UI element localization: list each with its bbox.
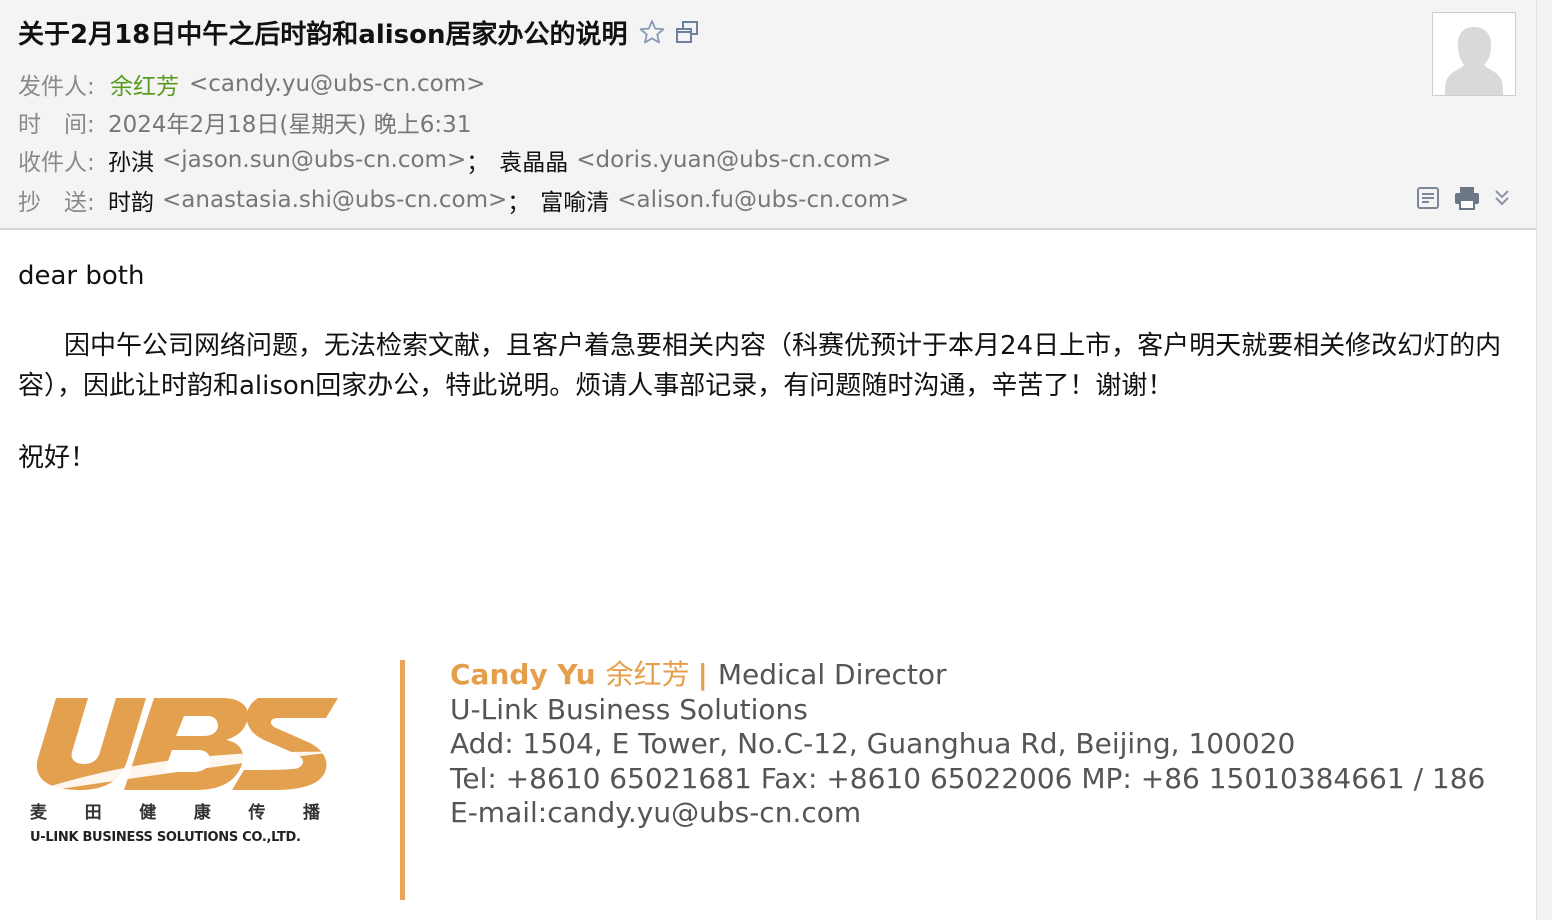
signature-bar: | <box>697 658 708 691</box>
signature-company: U-Link Business Solutions <box>450 692 808 726</box>
sender-name[interactable]: 余红芳 <box>110 67 179 101</box>
logo-cn-char: 麦 <box>30 803 47 823</box>
sender-avatar[interactable] <box>1432 12 1516 96</box>
window-edge <box>1536 0 1552 920</box>
time-row: 时 间: 2024年2月18日(星期天) 晚上6:31 <box>18 106 471 138</box>
email-reader: 关于2月18日中午之后时韵和alison居家办公的说明 发件人: 余红芳 <ca… <box>0 0 1552 920</box>
logo-cn-char: 田 <box>84 803 102 823</box>
logo-cn-text: 麦 田 健 康 传 播 <box>30 798 320 823</box>
star-icon[interactable] <box>638 18 666 46</box>
signature-address: Add: 1504, E Tower, No.C-12, Guanghua Rd… <box>450 727 1296 760</box>
to-row: 收件人: 孙淇 <jason.sun@ubs-cn.com> ； 袁晶晶 <do… <box>18 144 892 176</box>
recipient-name[interactable]: 孙淇 <box>108 143 154 177</box>
email-body: dear both 因中午公司网络问题，无法检索文献，且客户着急要相关内容（科赛… <box>18 256 1518 478</box>
from-label: 发件人: <box>18 74 95 100</box>
greeting: dear both <box>18 261 145 291</box>
signature-name-line: Candy Yu 余红芳 | Medical Director <box>450 658 1485 693</box>
message-toolbar <box>1414 184 1512 212</box>
logo-cn-char: 康 <box>193 803 211 823</box>
signature-title: Medical Director <box>717 658 947 691</box>
cc-address[interactable]: <alison.fu@ubs-cn.com> <box>617 187 909 213</box>
signature-phones: Tel: +8610 65021681 Fax: +8610 65022006 … <box>450 761 1486 795</box>
signature-email[interactable]: E-mail:candy.yu@ubs-cn.com <box>450 796 1485 831</box>
logo-cn-char: 传 <box>248 803 266 823</box>
from-row: 发件人: 余红芳 <candy.yu@ubs-cn.com> <box>18 68 485 100</box>
email-header: 关于2月18日中午之后时韵和alison居家办公的说明 发件人: 余红芳 <ca… <box>0 0 1536 230</box>
logo-cn-char: 播 <box>302 803 320 823</box>
new-window-icon[interactable] <box>674 19 700 45</box>
cc-separator: ； <box>507 190 531 216</box>
signature-name-cn: 余红芳 <box>605 658 690 691</box>
signature-lines: Candy Yu 余红芳 | Medical Director U-Link Busi… <box>450 658 1485 831</box>
double-chevron-down-icon[interactable] <box>1492 186 1512 210</box>
email-signature: 麦 田 健 康 传 播 U-LINK BUSINESS SOLUTIONS CO… <box>0 650 1536 920</box>
signature-divider <box>400 660 405 900</box>
cc-name[interactable]: 富喻清 <box>540 183 609 217</box>
printer-icon[interactable] <box>1452 184 1482 212</box>
closing: 祝好！ <box>18 443 97 473</box>
cc-address[interactable]: <anastasia.shi@ubs-cn.com> <box>162 187 507 213</box>
recipient-address[interactable]: <doris.yuan@ubs-cn.com> <box>576 147 891 173</box>
to-label: 收件人: <box>18 150 95 176</box>
signature-name: Candy Yu <box>450 658 596 691</box>
note-icon[interactable] <box>1414 184 1442 212</box>
cc-row: 抄 送: 时韵 <anastasia.shi@ubs-cn.com> ； 富喻清… <box>18 184 909 216</box>
ubs-logo-icon <box>26 698 338 794</box>
cc-label: 抄 送: <box>18 190 95 216</box>
logo-en-text: U-LINK BUSINESS SOLUTIONS CO.,LTD. <box>30 830 301 845</box>
sender-address[interactable]: <candy.yu@ubs-cn.com> <box>189 71 485 97</box>
email-subject: 关于2月18日中午之后时韵和alison居家办公的说明 <box>18 19 628 50</box>
time-label: 时 间: <box>18 112 95 138</box>
recipient-name[interactable]: 袁晶晶 <box>499 143 568 177</box>
sent-date: 2024年2月18日(星期天) 晚上6:31 <box>108 112 472 138</box>
logo-cn-char: 健 <box>139 803 157 823</box>
subject-row: 关于2月18日中午之后时韵和alison居家办公的说明 <box>18 12 700 52</box>
company-logo: 麦 田 健 康 传 播 U-LINK BUSINESS SOLUTIONS CO… <box>26 690 346 860</box>
recipient-address[interactable]: <jason.sun@ubs-cn.com> <box>162 147 466 173</box>
body-paragraph: 因中午公司网络问题，无法检索文献，且客户着急要相关内容（科赛优预计于本月24日上… <box>18 331 1502 401</box>
recipient-separator: ； <box>466 150 490 176</box>
avatar-silhouette-icon <box>1433 13 1515 95</box>
cc-name[interactable]: 时韵 <box>108 183 154 217</box>
